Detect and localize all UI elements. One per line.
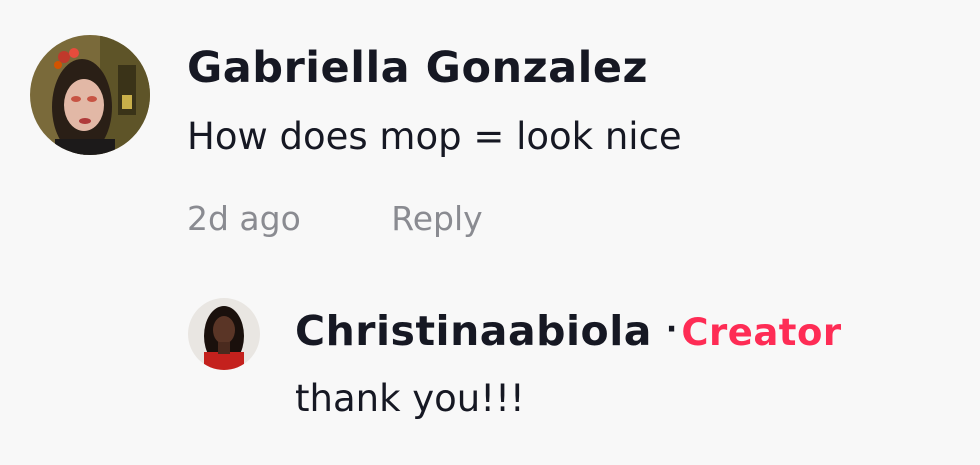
- comment-header: Gabriella Gonzalez: [187, 35, 682, 90]
- reply-body: Christinaabiola · Creator thank you!!!: [295, 298, 842, 420]
- creator-avatar[interactable]: [188, 298, 260, 370]
- comment-username[interactable]: Gabriella Gonzalez: [187, 47, 648, 90]
- separator-dot: ·: [665, 312, 678, 347]
- reply-username[interactable]: Christinaabiola: [295, 311, 652, 352]
- creator-avatar-photo-icon: [188, 298, 260, 370]
- reply-button[interactable]: Reply: [391, 202, 482, 235]
- comment-text: How does mop = look nice: [187, 115, 682, 158]
- comment-body: Gabriella Gonzalez How does mop = look n…: [187, 35, 682, 236]
- reply-text: thank you!!!: [295, 377, 525, 420]
- user-avatar-photo-icon: [30, 35, 150, 155]
- creator-badge: Creator: [681, 311, 842, 354]
- reply-header: Christinaabiola · Creator: [295, 298, 842, 352]
- user-avatar[interactable]: [30, 35, 150, 155]
- comment-timestamp: 2d ago: [187, 199, 301, 238]
- comment-meta: 2d ago Reply: [187, 202, 682, 235]
